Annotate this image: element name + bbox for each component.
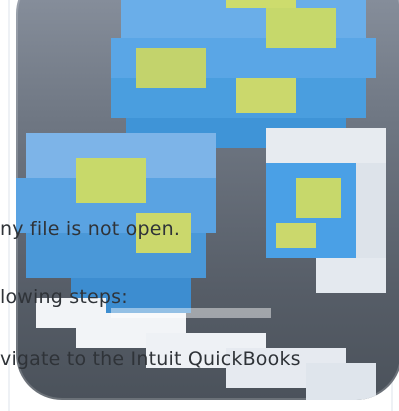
help-text-line-3: vigate to the Intuit QuickBooks xyxy=(0,348,301,370)
help-text-line-2: lowing steps: xyxy=(0,286,128,308)
help-text-line-1: ny file is not open. xyxy=(0,218,181,240)
screenshot-stage: ny file is not open. lowing steps: vigat… xyxy=(0,0,399,411)
globe-magnifier-icon xyxy=(16,0,399,400)
